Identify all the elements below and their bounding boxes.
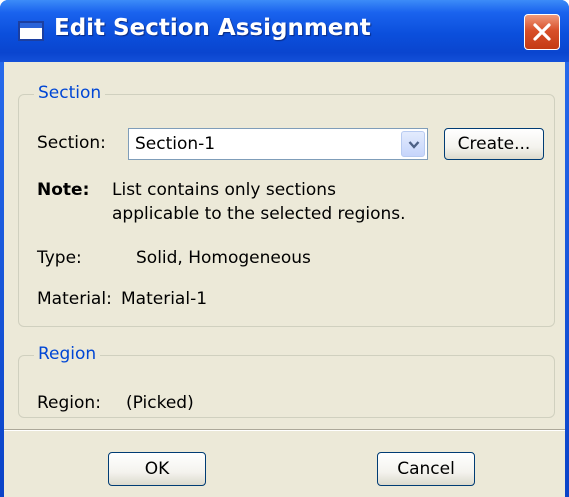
create-button-label: Create... bbox=[457, 134, 531, 154]
material-label: Material: bbox=[37, 289, 112, 309]
note-label: Note: bbox=[37, 180, 90, 200]
section-label: Section: bbox=[37, 133, 106, 153]
combobox-dropdown-button[interactable] bbox=[401, 131, 425, 157]
note-text-line2: applicable to the selected regions. bbox=[112, 204, 406, 224]
chevron-down-icon bbox=[408, 141, 420, 149]
cancel-button[interactable]: Cancel bbox=[377, 452, 475, 486]
region-group-legend: Region bbox=[34, 344, 101, 364]
region-value: (Picked) bbox=[126, 393, 194, 413]
close-button[interactable] bbox=[524, 14, 560, 50]
window-icon bbox=[18, 21, 44, 41]
ok-button-label: OK bbox=[144, 459, 170, 479]
window-title: Edit Section Assignment bbox=[54, 15, 371, 41]
title-bar[interactable]: Edit Section Assignment bbox=[0, 0, 569, 62]
section-combobox-value: Section-1 bbox=[135, 134, 216, 154]
ok-button[interactable]: OK bbox=[108, 452, 206, 486]
material-value: Material-1 bbox=[121, 289, 208, 309]
section-combobox[interactable]: Section-1 bbox=[128, 128, 428, 160]
dialog-body: Section Section: Section-1 Create... Not… bbox=[4, 62, 565, 497]
dialog-window: Edit Section Assignment Section Section:… bbox=[0, 0, 569, 497]
region-label: Region: bbox=[37, 393, 101, 413]
note-text-line1: List contains only sections bbox=[112, 180, 336, 200]
type-label: Type: bbox=[37, 248, 82, 268]
create-button[interactable]: Create... bbox=[444, 128, 544, 160]
cancel-button-label: Cancel bbox=[397, 459, 455, 479]
section-group-legend: Section bbox=[34, 83, 106, 103]
button-separator bbox=[4, 429, 565, 431]
type-value: Solid, Homogeneous bbox=[136, 248, 311, 268]
close-icon bbox=[533, 23, 551, 41]
